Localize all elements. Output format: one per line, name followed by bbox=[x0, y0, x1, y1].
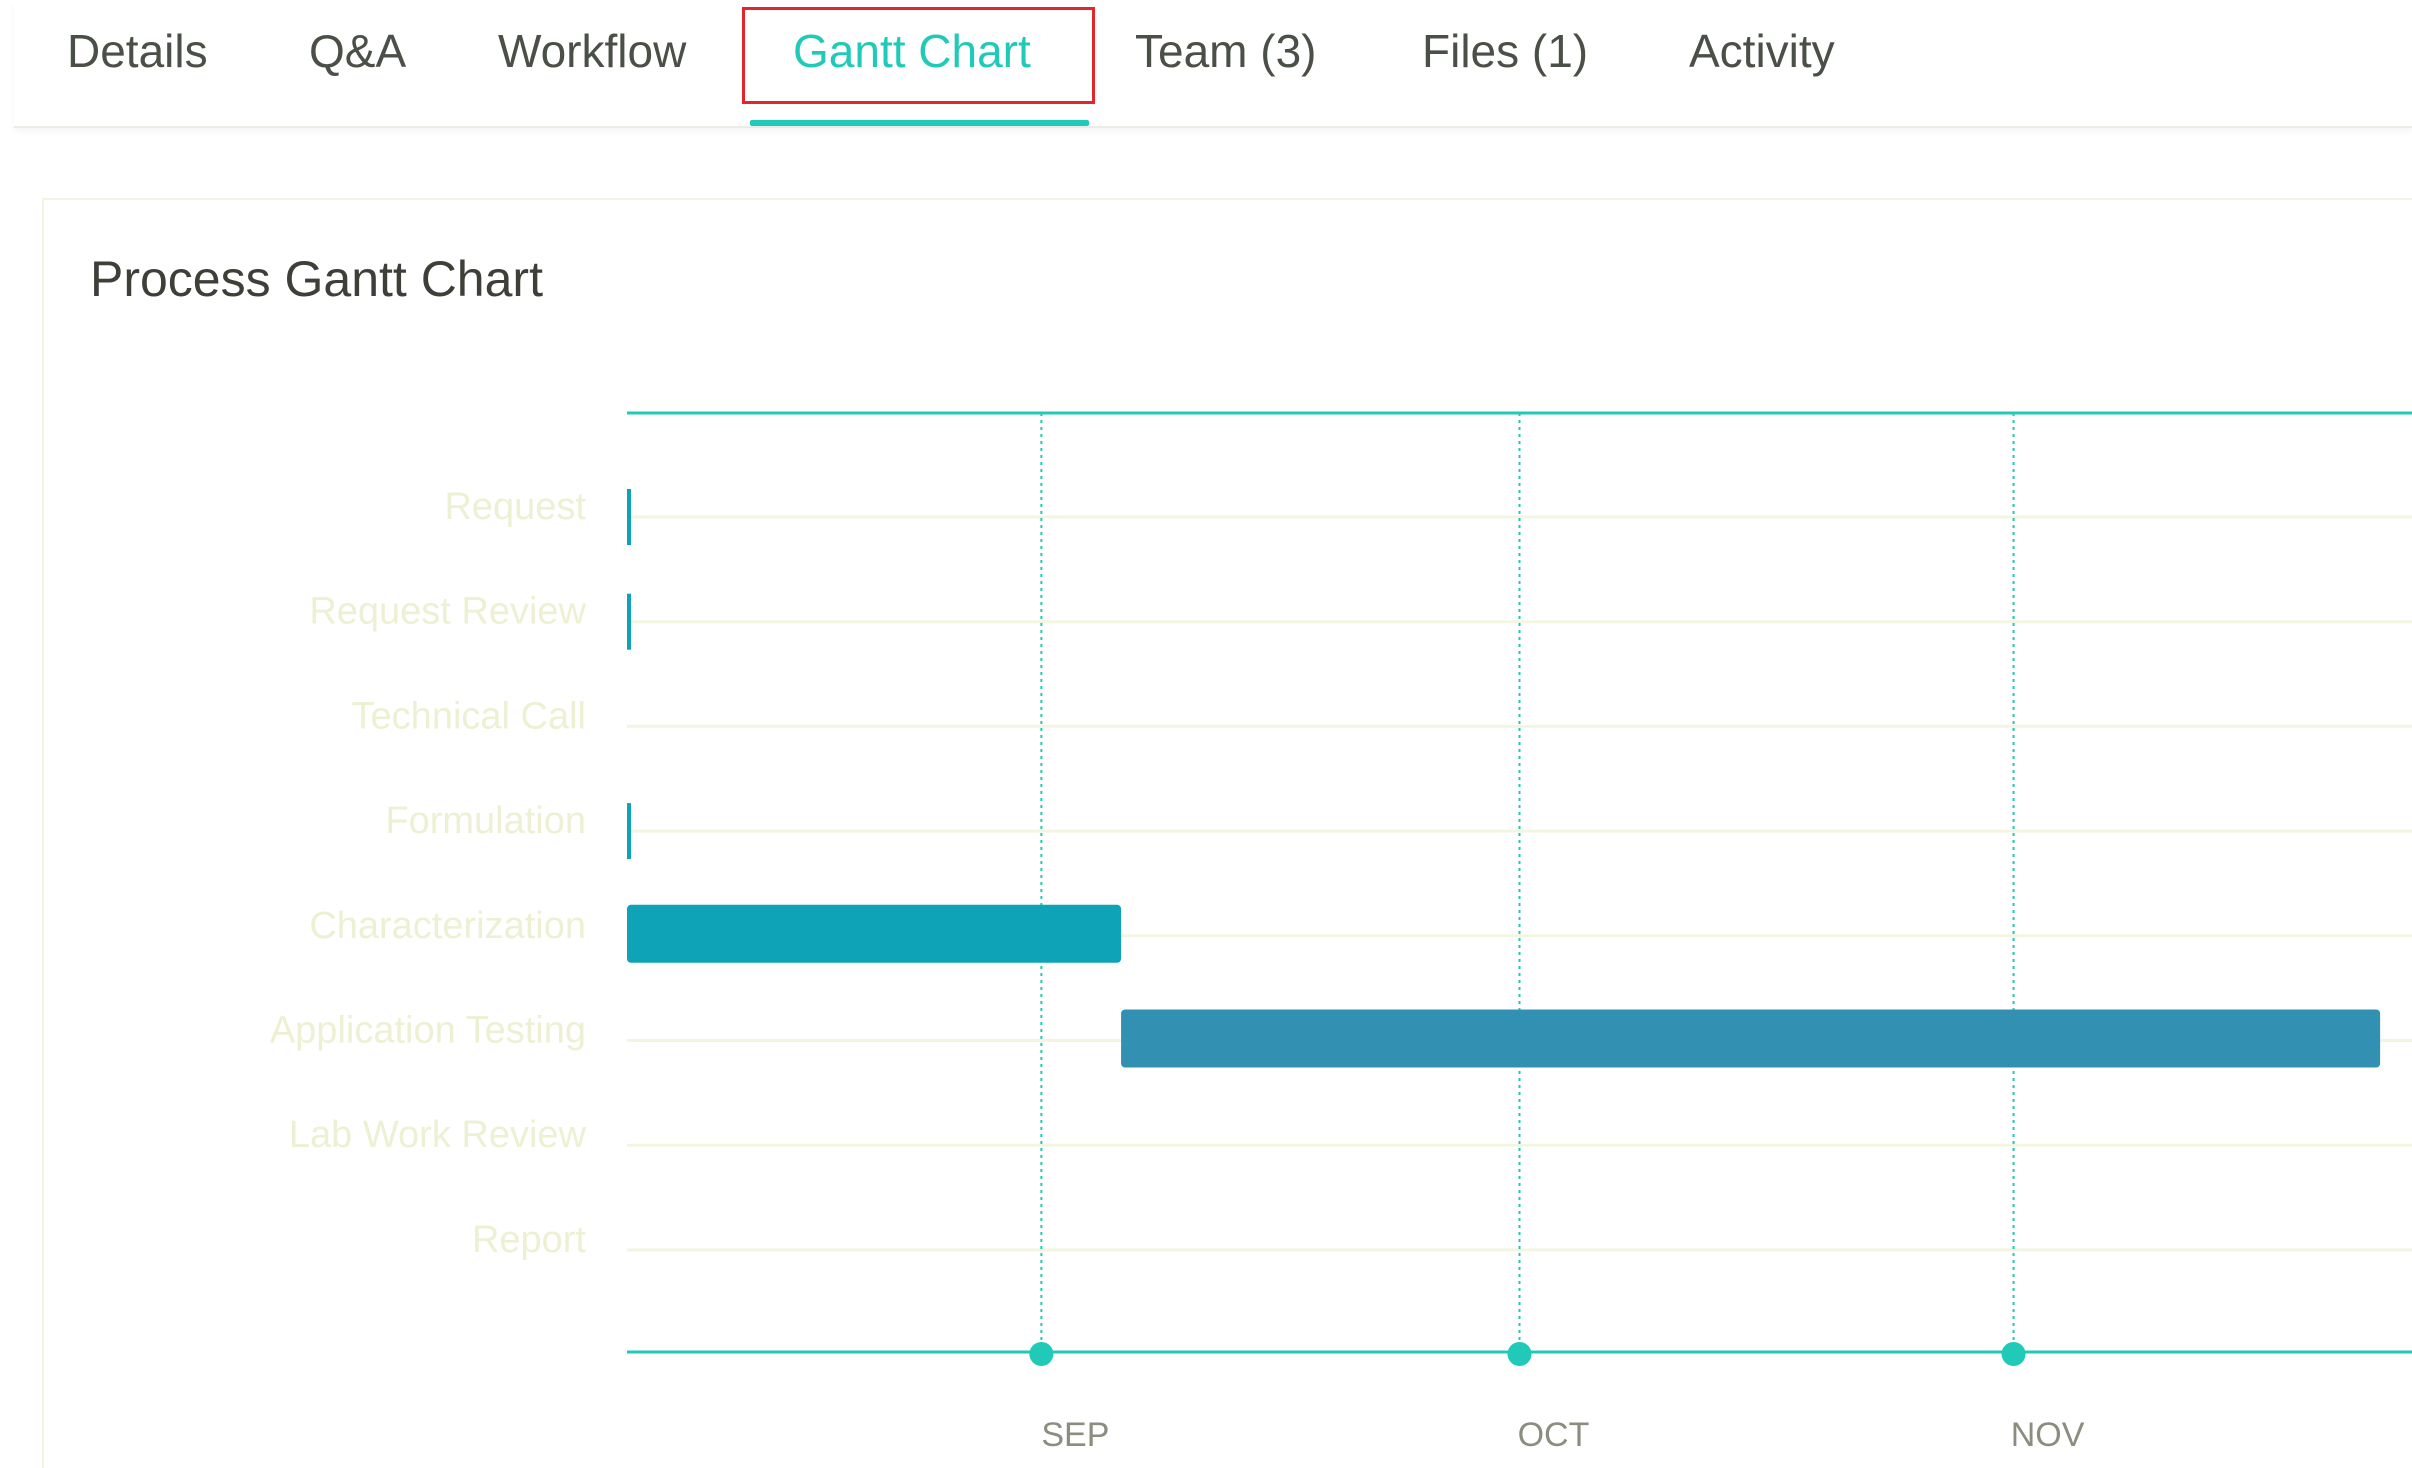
month-tick-label: OCT bbox=[1518, 1416, 1590, 1454]
gantt-chart: SEP OCT NOV Request Request Review Technical … bbox=[270, 411, 2412, 1454]
task-label: Formulation bbox=[385, 800, 586, 842]
task-marker bbox=[627, 803, 631, 860]
month-tick-label: SEP bbox=[1041, 1416, 1109, 1454]
task-label: Request bbox=[444, 486, 586, 528]
page: Details Q&A Workflow Gantt Chart Team (3… bbox=[0, 0, 2412, 1468]
task-bar bbox=[627, 904, 1122, 963]
task-label: Report bbox=[472, 1219, 586, 1261]
month-tick-label: NOV bbox=[2011, 1416, 2085, 1454]
task-label: Request Review bbox=[309, 591, 586, 633]
task-marker bbox=[627, 593, 631, 650]
task-label: Lab Work Review bbox=[289, 1114, 587, 1156]
month-tick-dot bbox=[2001, 1342, 2026, 1366]
task-marker bbox=[627, 489, 631, 545]
month-tick-dot bbox=[1029, 1342, 1054, 1366]
month-tick-dot bbox=[1507, 1342, 1532, 1366]
task-label: Technical Call bbox=[352, 695, 586, 737]
task-label: Application Testing bbox=[270, 1010, 586, 1052]
task-label: Characterization bbox=[309, 905, 586, 947]
task-bar bbox=[1121, 1009, 2381, 1068]
